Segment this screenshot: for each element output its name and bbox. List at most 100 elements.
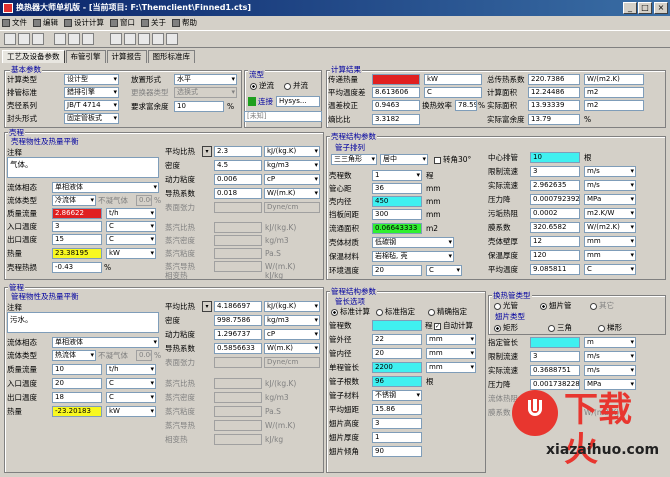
shell-cp-unit[interactable]: kJ/(kg.K) [264, 146, 320, 157]
tube-length-input[interactable]: 2200 [372, 362, 422, 373]
exact-specify-radio[interactable]: 精确指定 [428, 306, 467, 317]
fin-height-input[interactable]: 3 [372, 418, 422, 429]
finned-tube-radio[interactable]: 翅片管 [540, 300, 572, 311]
tube-limit-velocity-input[interactable]: 3 [530, 351, 580, 362]
fin-angle-input[interactable]: 90 [372, 446, 422, 457]
shell-passes-select[interactable]: 1 [372, 170, 422, 181]
shell-fouling-unit[interactable]: m2.K/W [584, 208, 636, 219]
save-icon[interactable] [32, 33, 44, 45]
tube-conductivity-input[interactable]: 0.5856633 [214, 343, 262, 354]
menu-file[interactable]: 文件 [0, 16, 31, 30]
tube-viscosity-unit[interactable]: cP [264, 329, 320, 340]
standard-calc-radio[interactable]: 标准计算 [331, 306, 370, 317]
tube-latent-heat-input[interactable] [214, 434, 262, 445]
tube-id-unit[interactable]: mm [426, 348, 476, 359]
calc-run-icon[interactable] [138, 33, 150, 45]
tube-cp-dropdown-button[interactable]: ▾ [202, 301, 212, 312]
shell-viscosity-input[interactable]: 0.006 [214, 174, 262, 185]
shell-density-unit[interactable]: kg/m3 [264, 160, 320, 171]
shell-outlet-temp-input[interactable]: 15 [52, 234, 102, 245]
parallel-flow-radio[interactable]: 并流 [284, 80, 308, 91]
fin-pitch-input[interactable]: 15.86 [372, 404, 422, 415]
tab-layout[interactable]: 布管引擎 [65, 50, 106, 63]
shell-surface-tension-unit[interactable]: Dyne/cm [264, 202, 320, 213]
shell-heat-loss-input[interactable]: -0.43 [52, 262, 102, 273]
insulation-select[interactable]: 岩棉毡, 壳 [372, 251, 454, 262]
shell-viscosity-unit[interactable]: cP [264, 174, 320, 185]
tab-process[interactable]: 工艺及设备参数 [2, 50, 65, 63]
tube-heat-unit[interactable]: kW [106, 406, 156, 417]
calc-type-select[interactable]: 设计型 [64, 74, 119, 85]
tube-cp-unit[interactable]: kJ/(kg.K) [264, 301, 320, 312]
shell-actual-velocity-unit[interactable]: m/s [584, 180, 636, 191]
shell-fluid-type-select[interactable]: 冷流体 [52, 195, 96, 206]
shell-wall-thickness-unit[interactable]: mm [584, 236, 636, 247]
tube-arrangement-select[interactable]: 三三角形 [331, 154, 377, 165]
tube-length-unit[interactable]: mm [426, 362, 476, 373]
margin-input[interactable]: 10 [174, 101, 224, 112]
new-icon[interactable] [4, 33, 16, 45]
shell-cp-input[interactable]: 2.3 [214, 146, 262, 157]
tube-od-input[interactable]: 22 [372, 334, 422, 345]
tube-viscosity-input[interactable]: 1.296737 [214, 329, 262, 340]
menu-about[interactable]: 关于 [139, 16, 170, 30]
shell-vapor-density-input[interactable] [214, 235, 262, 246]
fin-thickness-input[interactable]: 1 [372, 432, 422, 443]
close-button[interactable]: × [654, 2, 668, 14]
tube-od-unit[interactable]: mm [426, 334, 476, 345]
preview-icon[interactable] [124, 33, 136, 45]
shell-limit-velocity-unit[interactable]: m/s [584, 166, 636, 177]
tube-surface-tension-input[interactable] [214, 357, 262, 368]
open-icon[interactable] [18, 33, 30, 45]
shell-phase-select[interactable]: 单相液体 [52, 182, 159, 193]
rect-fin-radio[interactable]: 矩形 [494, 322, 518, 333]
tube-density-unit[interactable]: kg/m3 [264, 315, 320, 326]
tube-actual-velocity-unit[interactable]: m/s [584, 365, 636, 376]
tube-note-textarea[interactable]: 污水。 [7, 312, 159, 333]
tube-vapor-cp-input[interactable] [214, 378, 262, 389]
other-tube-radio[interactable]: 其它 [590, 300, 614, 311]
center-tubes-input[interactable]: 10 [530, 152, 580, 163]
shell-inlet-temp-input[interactable]: 3 [52, 221, 102, 232]
rotate-30-checkbox[interactable]: 转角30° [434, 154, 471, 165]
tab-library[interactable]: 图形标准库 [147, 50, 195, 63]
hysys-link-input[interactable]: Hysys... [276, 96, 320, 107]
standard-specify-radio[interactable]: 标准指定 [376, 306, 415, 317]
shell-inlet-temp-unit[interactable]: C [106, 221, 156, 232]
ambient-temp-unit[interactable]: C [426, 265, 462, 276]
shell-wall-thickness-input[interactable]: 12 [530, 236, 580, 247]
specified-length-unit[interactable]: m [584, 337, 636, 348]
shell-noncondensable-input[interactable]: 0.00 [136, 195, 152, 206]
head-type-select[interactable]: 固定管板式 [64, 113, 119, 124]
tube-inlet-temp-input[interactable]: 20 [52, 378, 102, 389]
menu-design[interactable]: 设计计算 [62, 16, 108, 30]
shell-vapor-conductivity-input[interactable] [214, 261, 262, 272]
menu-help[interactable]: 帮助 [170, 16, 201, 30]
shell-avg-temp-unit[interactable]: C [584, 264, 636, 275]
tube-outlet-temp-unit[interactable]: C [106, 392, 156, 403]
tube-vapor-density-input[interactable] [214, 392, 262, 403]
tube-noncondensable-input[interactable]: 0.00 [136, 350, 152, 361]
shell-series-select[interactable]: JB/T 4714 [64, 100, 119, 111]
counterflow-radio[interactable]: 逆流 [250, 80, 274, 91]
tube-position-select[interactable]: 居中 [380, 154, 428, 165]
tube-mass-flow-unit[interactable]: t/h [106, 364, 156, 375]
ambient-temp-input[interactable]: 20 [372, 265, 422, 276]
tube-density-input[interactable]: 998.7586 [214, 315, 262, 326]
trapezoid-fin-radio[interactable]: 梯形 [598, 322, 622, 333]
shell-pressure-drop-unit[interactable]: MPa [584, 194, 636, 205]
bare-tube-radio[interactable]: 光管 [494, 300, 518, 311]
tube-cp-input[interactable]: 4.186697 [214, 301, 262, 312]
settings-icon[interactable] [166, 33, 178, 45]
tube-fluid-type-select[interactable]: 热流体 [52, 350, 96, 361]
shell-surface-tension-input[interactable] [214, 202, 262, 213]
insulation-thickness-input[interactable]: 120 [530, 250, 580, 261]
copy-icon[interactable] [68, 33, 80, 45]
tube-material-select[interactable]: 不锈钢 [372, 390, 422, 401]
tube-count-input[interactable]: 96 [372, 376, 422, 387]
tube-id-input[interactable]: 20 [372, 348, 422, 359]
triangle-fin-radio[interactable]: 三角 [548, 322, 572, 333]
paste-icon[interactable] [82, 33, 94, 45]
shell-material-select[interactable]: 低碳钢 [372, 237, 454, 248]
tube-outlet-temp-input[interactable]: 18 [52, 392, 102, 403]
